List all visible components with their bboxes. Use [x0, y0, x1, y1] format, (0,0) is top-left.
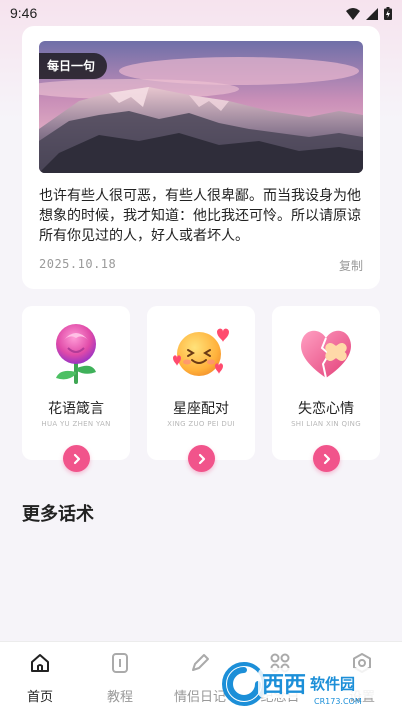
- battery-icon: [384, 7, 392, 20]
- category-subtitle: SHI LIAN XIN QING: [291, 420, 361, 428]
- home-icon: [31, 654, 49, 672]
- daily-quote-badge: 每日一句: [39, 53, 108, 79]
- chevron-right-icon: [73, 453, 80, 464]
- chevron-right-button[interactable]: [313, 445, 340, 472]
- nav-label: 教程: [106, 690, 133, 705]
- svg-text:西西: 西西: [262, 673, 306, 698]
- status-icons: [346, 7, 392, 20]
- status-time: 9:46: [10, 5, 38, 21]
- nav-label: 首页: [26, 690, 53, 705]
- category-subtitle: XING ZUO PEI DUI: [167, 420, 235, 428]
- quote-text: 也许有些人很可恶，有些人很卑鄙。而当我设身为他想象的时候，我才知道：他比我还可怜…: [39, 188, 361, 244]
- category-card-heartbreak-mood[interactable]: 失恋心情 SHI LIAN XIN QING: [272, 306, 380, 472]
- category-card-zodiac-match[interactable]: 星座配对 XING ZUO PEI DUI: [147, 306, 255, 472]
- pen-icon: [192, 654, 209, 671]
- signal-icon: [366, 7, 378, 20]
- status-bar: 9:46: [0, 0, 402, 28]
- hero-image: 每日一句: [39, 41, 363, 173]
- chevron-right-icon: [323, 453, 330, 464]
- category-title: 星座配对: [173, 401, 229, 417]
- chevron-right-button[interactable]: [188, 445, 215, 472]
- copy-button[interactable]: 复制: [339, 257, 363, 274]
- nav-item-tutorial[interactable]: 教程: [90, 652, 150, 705]
- notebook-icon: [112, 653, 128, 673]
- chevron-right-button[interactable]: [63, 445, 90, 472]
- svg-text:CR173.COM: CR173.COM: [314, 697, 362, 706]
- rose-icon: [56, 324, 96, 384]
- nav-item-home[interactable]: 首页: [10, 652, 70, 705]
- nav-item-couple-diary[interactable]: 情侣日记: [170, 652, 230, 705]
- broken-heart-icon: [301, 330, 351, 379]
- svg-text:软件园: 软件园: [310, 675, 355, 693]
- smiling-face-hearts-icon: [173, 328, 229, 376]
- quote-date: 2025.10.18: [39, 257, 117, 271]
- category-card-flower-language[interactable]: 花语箴言 HUA YU ZHEN YAN: [22, 306, 130, 472]
- section-title-more-phrases: 更多话术: [22, 504, 94, 525]
- daily-quote-card: 每日一句 也许有些人很可恶，有些人很卑鄙。而当我设身为他想象的时候，我才知道：他…: [22, 26, 380, 289]
- category-subtitle: HUA YU ZHEN YAN: [41, 420, 111, 428]
- watermark-logo: 西西 软件园 CR173.COM: [222, 660, 388, 708]
- category-title: 花语箴言: [48, 401, 104, 417]
- chevron-right-icon: [198, 453, 205, 464]
- nav-label: 情侣日记: [173, 690, 226, 705]
- category-title: 失恋心情: [298, 401, 354, 417]
- wifi-icon: [346, 7, 360, 20]
